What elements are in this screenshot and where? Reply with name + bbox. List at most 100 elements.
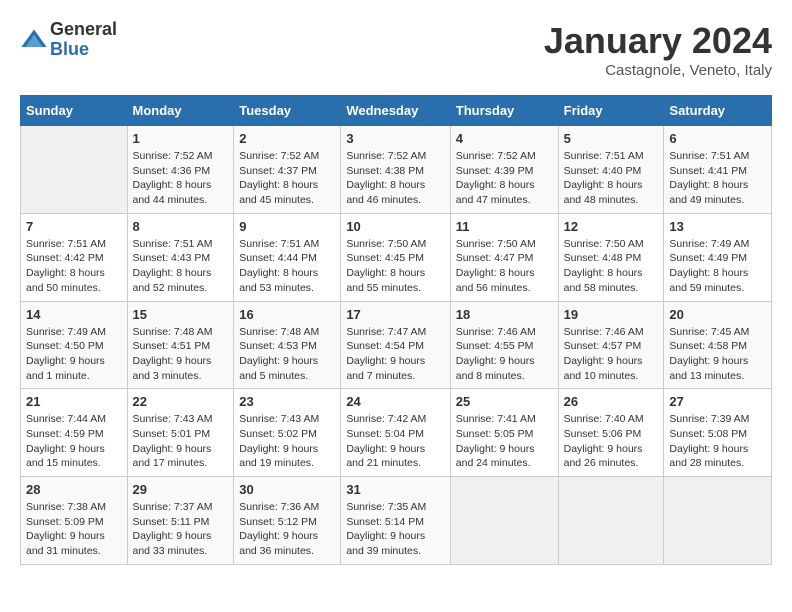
day-info: Sunrise: 7:47 AMSunset: 4:54 PMDaylight:… [346, 325, 444, 384]
day-number: 22 [133, 394, 229, 409]
calendar-cell: 10Sunrise: 7:50 AMSunset: 4:45 PMDayligh… [341, 213, 450, 301]
calendar-cell: 19 Sunrise: 7:46 AMSunset: 4:57 PMDayligh… [558, 301, 664, 389]
header-day-friday: Friday [558, 96, 664, 126]
logo: General Blue [20, 20, 117, 60]
logo-general: General [50, 20, 117, 40]
day-info: Sunrise: 7:46 AMSunset: 4:57 PMDaylight:… [564, 325, 659, 384]
day-number: 16 [239, 307, 335, 322]
calendar-table: SundayMondayTuesdayWednesdayThursdayFrid… [20, 95, 772, 565]
day-number: 23 [239, 394, 335, 409]
day-number: 5 [564, 131, 659, 146]
day-number: 17 [346, 307, 444, 322]
calendar-cell: 3Sunrise: 7:52 AMSunset: 4:38 PMDaylight… [341, 126, 450, 214]
calendar-cell: 16Sunrise: 7:48 AMSunset: 4:53 PMDayligh… [234, 301, 341, 389]
header-day-thursday: Thursday [450, 96, 558, 126]
calendar-cell: 6Sunrise: 7:51 AMSunset: 4:41 PMDaylight… [664, 126, 772, 214]
calendar-cell: 7Sunrise: 7:51 AMSunset: 4:42 PMDaylight… [21, 213, 128, 301]
day-info: Sunrise: 7:43 AMSunset: 5:02 PMDaylight:… [239, 412, 335, 471]
calendar-cell: 24 Sunrise: 7:42 AMSunset: 5:04 PMDayligh… [341, 389, 450, 477]
calendar-cell: 2 Sunrise: 7:52 AMSunset: 4:37 PMDaylight… [234, 126, 341, 214]
day-number: 18 [456, 307, 553, 322]
day-info: Sunrise: 7:40 AMSunset: 5:06 PMDaylight:… [564, 412, 659, 471]
location: Castagnole, Veneto, Italy [544, 62, 772, 79]
day-info: Sunrise: 7:39 AMSunset: 5:08 PMDaylight:… [669, 412, 766, 471]
month-title: January 2024 [544, 20, 772, 62]
day-number: 2 [239, 131, 335, 146]
calendar-cell: 9 Sunrise: 7:51 AMSunset: 4:44 PMDaylight… [234, 213, 341, 301]
calendar-cell: 1 Sunrise: 7:52 AMSunset: 4:36 PMDaylight… [127, 126, 234, 214]
day-number: 28 [26, 482, 122, 497]
day-info: Sunrise: 7:36 AMSunset: 5:12 PMDaylight:… [239, 500, 335, 559]
calendar-cell [21, 126, 128, 214]
title-section: January 2024 Castagnole, Veneto, Italy [544, 20, 772, 79]
calendar-cell: 22 Sunrise: 7:43 AMSunset: 5:01 PMDayligh… [127, 389, 234, 477]
calendar-cell [450, 477, 558, 565]
calendar-cell [664, 477, 772, 565]
calendar-cell: 30 Sunrise: 7:36 AMSunset: 5:12 PMDayligh… [234, 477, 341, 565]
day-number: 3 [346, 131, 444, 146]
header-day-monday: Monday [127, 96, 234, 126]
calendar-cell: 28 Sunrise: 7:38 AMSunset: 5:09 PMDayligh… [21, 477, 128, 565]
calendar-cell: 29Sunrise: 7:37 AMSunset: 5:11 PMDayligh… [127, 477, 234, 565]
calendar-cell: 15Sunrise: 7:48 AMSunset: 4:51 PMDayligh… [127, 301, 234, 389]
day-number: 11 [456, 219, 553, 234]
calendar-cell: 27 Sunrise: 7:39 AMSunset: 5:08 PMDayligh… [664, 389, 772, 477]
header-day-saturday: Saturday [664, 96, 772, 126]
day-number: 6 [669, 131, 766, 146]
calendar-cell: 23 Sunrise: 7:43 AMSunset: 5:02 PMDayligh… [234, 389, 341, 477]
day-number: 31 [346, 482, 444, 497]
calendar-cell: 4 Sunrise: 7:52 AMSunset: 4:39 PMDaylight… [450, 126, 558, 214]
header-day-tuesday: Tuesday [234, 96, 341, 126]
day-number: 20 [669, 307, 766, 322]
calendar-cell [558, 477, 664, 565]
calendar-cell: 8 Sunrise: 7:51 AMSunset: 4:43 PMDaylight… [127, 213, 234, 301]
day-info: Sunrise: 7:50 AMSunset: 4:48 PMDaylight:… [564, 237, 659, 296]
day-number: 4 [456, 131, 553, 146]
day-info: Sunrise: 7:35 AMSunset: 5:14 PMDaylight:… [346, 500, 444, 559]
logo-blue: Blue [50, 40, 117, 60]
day-info: Sunrise: 7:45 AMSunset: 4:58 PMDaylight:… [669, 325, 766, 384]
header-row: SundayMondayTuesdayWednesdayThursdayFrid… [21, 96, 772, 126]
logo-icon [20, 26, 48, 54]
header-day-sunday: Sunday [21, 96, 128, 126]
day-info: Sunrise: 7:38 AMSunset: 5:09 PMDaylight:… [26, 500, 122, 559]
day-info: Sunrise: 7:43 AMSunset: 5:01 PMDaylight:… [133, 412, 229, 471]
day-number: 21 [26, 394, 122, 409]
day-info: Sunrise: 7:52 AMSunset: 4:39 PMDaylight:… [456, 149, 553, 208]
calendar-body: 1 Sunrise: 7:52 AMSunset: 4:36 PMDaylight… [21, 126, 772, 565]
calendar-cell: 20 Sunrise: 7:45 AMSunset: 4:58 PMDayligh… [664, 301, 772, 389]
calendar-cell: 14Sunrise: 7:49 AMSunset: 4:50 PMDayligh… [21, 301, 128, 389]
day-info: Sunrise: 7:51 AMSunset: 4:43 PMDaylight:… [133, 237, 229, 296]
day-number: 7 [26, 219, 122, 234]
day-number: 30 [239, 482, 335, 497]
day-number: 13 [669, 219, 766, 234]
calendar-cell: 25 Sunrise: 7:41 AMSunset: 5:05 PMDayligh… [450, 389, 558, 477]
logo-text: General Blue [50, 20, 117, 60]
day-info: Sunrise: 7:51 AMSunset: 4:44 PMDaylight:… [239, 237, 335, 296]
calendar-cell: 12Sunrise: 7:50 AMSunset: 4:48 PMDayligh… [558, 213, 664, 301]
day-number: 27 [669, 394, 766, 409]
day-number: 24 [346, 394, 444, 409]
day-info: Sunrise: 7:50 AMSunset: 4:45 PMDaylight:… [346, 237, 444, 296]
day-info: Sunrise: 7:41 AMSunset: 5:05 PMDaylight:… [456, 412, 553, 471]
day-number: 26 [564, 394, 659, 409]
day-info: Sunrise: 7:51 AMSunset: 4:40 PMDaylight:… [564, 149, 659, 208]
day-info: Sunrise: 7:52 AMSunset: 4:37 PMDaylight:… [239, 149, 335, 208]
week-row-3: 14Sunrise: 7:49 AMSunset: 4:50 PMDayligh… [21, 301, 772, 389]
calendar-cell: 31 Sunrise: 7:35 AMSunset: 5:14 PMDayligh… [341, 477, 450, 565]
day-info: Sunrise: 7:42 AMSunset: 5:04 PMDaylight:… [346, 412, 444, 471]
week-row-2: 7Sunrise: 7:51 AMSunset: 4:42 PMDaylight… [21, 213, 772, 301]
day-number: 25 [456, 394, 553, 409]
day-number: 19 [564, 307, 659, 322]
calendar-cell: 26 Sunrise: 7:40 AMSunset: 5:06 PMDayligh… [558, 389, 664, 477]
day-info: Sunrise: 7:52 AMSunset: 4:36 PMDaylight:… [133, 149, 229, 208]
calendar-cell: 18Sunrise: 7:46 AMSunset: 4:55 PMDayligh… [450, 301, 558, 389]
day-number: 15 [133, 307, 229, 322]
day-number: 9 [239, 219, 335, 234]
calendar-cell: 5 Sunrise: 7:51 AMSunset: 4:40 PMDaylight… [558, 126, 664, 214]
day-info: Sunrise: 7:50 AMSunset: 4:47 PMDaylight:… [456, 237, 553, 296]
day-number: 8 [133, 219, 229, 234]
day-number: 14 [26, 307, 122, 322]
day-number: 1 [133, 131, 229, 146]
day-info: Sunrise: 7:37 AMSunset: 5:11 PMDaylight:… [133, 500, 229, 559]
